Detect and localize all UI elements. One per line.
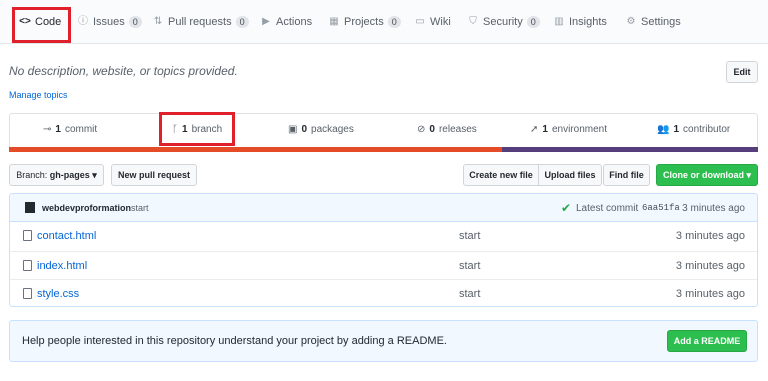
release-count: 0 (429, 124, 435, 135)
table-row[interactable]: index.html start 3 minutes ago (10, 251, 757, 279)
pull-request-icon: ⇅ (153, 16, 163, 27)
commit-icon: ⊸ (43, 124, 52, 135)
commit-age: 3 minutes ago (682, 203, 745, 214)
branch-select-label: Branch: (16, 170, 48, 180)
tab-label: Insights (569, 16, 607, 28)
commit-author[interactable]: webdevproformation (42, 203, 131, 213)
language-bar[interactable] (9, 147, 758, 152)
file-commit-message[interactable]: start (459, 260, 480, 272)
package-icon: ▣ (288, 124, 298, 135)
tab-security[interactable]: ⛉ Security 0 (467, 10, 540, 34)
tab-actions[interactable]: ▶ Actions (260, 10, 312, 34)
project-icon: ▦ (329, 16, 339, 27)
upload-files-button[interactable]: Upload files (538, 164, 602, 186)
counter-badge: 0 (235, 16, 249, 28)
add-readme-button[interactable]: Add a README (667, 330, 747, 352)
releases-link[interactable]: ⊘ 0 releases (417, 124, 477, 135)
play-icon: ▶ (262, 16, 270, 27)
readme-prompt-text: Help people interested in this repositor… (22, 335, 447, 347)
file-age: 3 minutes ago (675, 260, 745, 272)
environments-link[interactable]: ➚ 1 environment (530, 124, 607, 135)
shield-icon: ⛉ (469, 16, 477, 27)
avatar[interactable] (25, 202, 35, 213)
file-name-link[interactable]: style.css (37, 288, 79, 300)
tab-settings[interactable]: ⚙ Settings (625, 10, 681, 34)
tab-projects[interactable]: ▦ Projects 0 (328, 10, 401, 34)
create-new-file-button[interactable]: Create new file (463, 164, 539, 186)
file-name-link[interactable]: index.html (37, 260, 87, 272)
clone-download-button[interactable]: Clone or download ▾ (656, 164, 758, 186)
edit-button[interactable]: Edit (726, 61, 758, 83)
highlight-box-branch (159, 112, 235, 146)
tab-issues[interactable]: ⓘ Issues 0 (77, 10, 142, 34)
gear-icon: ⚙ (626, 16, 636, 27)
counter-badge: 0 (128, 16, 142, 28)
environment-label: environment (551, 124, 607, 135)
highlight-box-code (12, 7, 71, 43)
commit-count: 1 (55, 124, 61, 135)
tab-label: Settings (641, 16, 681, 28)
tab-label: Issues (93, 16, 125, 28)
manage-topics-link[interactable]: Manage topics (9, 90, 68, 100)
language-segment-html (9, 147, 502, 152)
table-row[interactable]: style.css start 3 minutes ago (10, 279, 757, 306)
contributors-link[interactable]: 👥 1 contributor (657, 124, 730, 135)
repo-nav: <> Code ⓘ Issues 0 ⇅ Pull requests 0 ▶ A… (0, 0, 768, 44)
release-label: releases (438, 124, 477, 135)
language-segment-css (502, 147, 758, 152)
environment-count: 1 (542, 124, 548, 135)
tab-label: Wiki (430, 16, 451, 28)
rocket-icon: ➚ (530, 124, 539, 135)
tab-label: Projects (344, 16, 384, 28)
file-age: 3 minutes ago (675, 230, 745, 242)
file-icon (23, 260, 32, 271)
tag-icon: ⊘ (417, 124, 426, 135)
commit-sha[interactable]: 6aa51fa (642, 203, 680, 213)
branch-select-value: gh-pages (49, 170, 90, 180)
new-pull-request-button[interactable]: New pull request (111, 164, 197, 186)
issue-icon: ⓘ (78, 16, 88, 27)
book-icon: ▭ (415, 16, 425, 27)
latest-commit-row: webdevproformation start ✔ Latest commit… (10, 194, 757, 222)
caret-down-icon: ▾ (746, 169, 752, 180)
tab-label: Security (483, 16, 523, 28)
table-row[interactable]: contact.html start 3 minutes ago (10, 222, 757, 250)
tab-label: Pull requests (168, 16, 232, 28)
file-list: webdevproformation start ✔ Latest commit… (9, 193, 758, 307)
file-age: 3 minutes ago (675, 288, 745, 300)
readme-prompt: Help people interested in this repositor… (9, 320, 758, 362)
file-commit-message[interactable]: start (459, 288, 480, 300)
commit-label: commit (64, 124, 98, 135)
find-file-button[interactable]: Find file (603, 164, 650, 186)
file-name-link[interactable]: contact.html (37, 230, 96, 242)
file-icon (23, 288, 32, 299)
latest-commit-label: Latest commit (576, 203, 639, 214)
counter-badge: 0 (387, 16, 401, 28)
tab-label: Actions (276, 16, 313, 28)
contributor-count: 1 (673, 124, 680, 135)
tab-insights[interactable]: ▥ Insights (553, 10, 607, 34)
packages-link[interactable]: ▣ 0 packages (288, 124, 354, 135)
commits-link[interactable]: ⊸ 1 commit (43, 124, 97, 135)
tab-pull-requests[interactable]: ⇅ Pull requests 0 (152, 10, 249, 34)
numbers-summary: ⊸ 1 commit ᚴ 1 branch ▣ 0 packages ⊘ 0 r… (9, 113, 758, 149)
repo-description: No description, website, or topics provi… (9, 64, 238, 78)
caret-down-icon: ▾ (92, 169, 97, 180)
file-commit-message[interactable]: start (459, 230, 480, 242)
counter-badge: 0 (526, 16, 540, 28)
tab-wiki[interactable]: ▭ Wiki (414, 10, 451, 34)
commit-message[interactable]: start (131, 203, 149, 213)
package-count: 0 (301, 124, 308, 135)
people-icon: 👥 (657, 124, 670, 135)
clone-label: Clone or download (662, 170, 744, 180)
contributor-label: contributor (683, 124, 731, 135)
graph-icon: ▥ (554, 16, 564, 27)
branch-select[interactable]: Branch: gh-pages ▾ (9, 164, 104, 186)
file-icon (23, 230, 32, 241)
check-icon: ✔ (561, 201, 572, 215)
package-label: packages (311, 124, 354, 135)
